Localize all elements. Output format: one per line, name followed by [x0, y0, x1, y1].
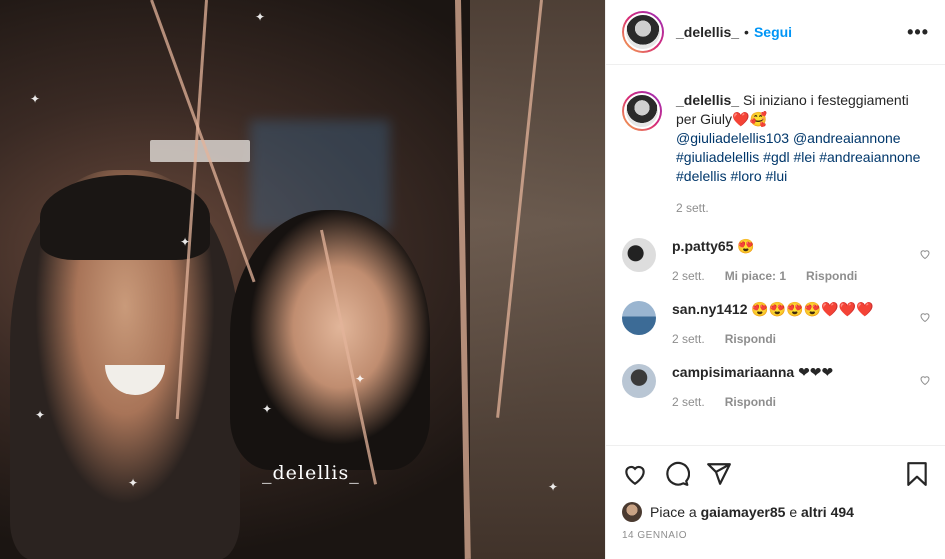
post-caption: _delellis_ Si iniziano i festeggiamenti … — [606, 65, 945, 218]
comment-item: p.patty65 😍 2 sett. Mi piace: 1 Rispondi — [606, 238, 945, 283]
caption-hashtags[interactable]: #giuliadelellis #gdl #lei #andreaiannone — [676, 148, 929, 167]
comment-avatar[interactable] — [622, 238, 656, 272]
heart-icon[interactable] — [919, 374, 931, 386]
post-header: _delellis_ • Segui ••• — [606, 0, 945, 65]
sparkle: ✦ — [255, 10, 266, 24]
caption-time: 2 sett. — [676, 201, 709, 215]
comment-avatar[interactable] — [622, 364, 656, 398]
share-icon[interactable] — [706, 461, 732, 487]
comment-likes[interactable]: Mi piace: 1 — [725, 269, 786, 283]
caption-emoji: ❤️🥰 — [732, 111, 767, 127]
reply-button[interactable]: Rispondi — [806, 269, 857, 283]
caption-hashtags[interactable]: #delellis #loro #lui — [676, 167, 929, 186]
reply-button[interactable]: Rispondi — [725, 395, 776, 409]
caption-username[interactable]: _delellis_ — [676, 92, 739, 108]
background-sign — [150, 140, 250, 162]
reply-button[interactable]: Rispondi — [725, 332, 776, 346]
comment-avatar[interactable] — [622, 301, 656, 335]
comment-text: ❤❤❤ — [798, 364, 834, 380]
post-actions: Piace a gaiamayer85 e altri 494 14 GENNA… — [606, 445, 945, 541]
sparkle: ✦ — [355, 372, 366, 386]
heart-icon[interactable] — [919, 248, 931, 260]
caption-mentions[interactable]: @giuliadelellis103 @andreaiannone — [676, 129, 929, 148]
follow-button[interactable]: Segui — [754, 24, 792, 40]
person-right — [230, 210, 430, 470]
sparkle: ✦ — [128, 476, 139, 490]
likes-summary: Piace a gaiamayer85 e altri 494 — [622, 502, 930, 522]
comment-username[interactable]: campisimariaanna — [672, 364, 794, 380]
author-avatar[interactable] — [622, 11, 664, 53]
comment-username[interactable]: p.patty65 — [672, 238, 733, 254]
comment-username[interactable]: san.ny1412 — [672, 301, 748, 317]
comment-text: 😍😍😍😍❤️❤️❤️ — [751, 301, 874, 317]
more-options-icon[interactable]: ••• — [907, 22, 929, 43]
post-photo[interactable]: ✦ ✦ ✦ ✦ ✦ ✦ ✦ ✦ _delellis_ — [0, 0, 605, 559]
comment-time: 2 sett. — [672, 269, 705, 283]
sparkle: ✦ — [35, 408, 46, 422]
likes-prefix: Piace a — [650, 504, 697, 520]
sparkle: ✦ — [180, 235, 191, 249]
comment-time: 2 sett. — [672, 332, 705, 346]
heart-icon[interactable] — [919, 311, 931, 323]
bookmark-icon[interactable] — [904, 461, 930, 487]
comment-icon[interactable] — [664, 461, 690, 487]
caption-avatar[interactable] — [622, 91, 662, 131]
liker-avatar[interactable] — [622, 502, 642, 522]
post-sidebar: _delellis_ • Segui ••• _delellis_ Si ini… — [605, 0, 945, 559]
background-wall — [470, 0, 605, 559]
likes-and: e — [789, 504, 798, 520]
comment-time: 2 sett. — [672, 395, 705, 409]
post-date: 14 GENNAIO — [622, 530, 688, 541]
separator-dot: • — [744, 24, 749, 40]
sparkle: ✦ — [262, 402, 273, 416]
streamer — [455, 0, 471, 559]
sparkle: ✦ — [548, 480, 559, 494]
heart-icon[interactable] — [622, 461, 648, 487]
comment-text: 😍 — [737, 238, 755, 254]
liker-username[interactable]: gaiamayer85 — [701, 504, 786, 520]
author-username[interactable]: _delellis_ — [676, 24, 739, 40]
comment-item: san.ny1412 😍😍😍😍❤️❤️❤️ 2 sett. Rispondi — [606, 301, 945, 346]
comment-item: campisimariaanna ❤❤❤ 2 sett. Rispondi — [606, 364, 945, 409]
likes-others[interactable]: altri 494 — [801, 504, 854, 520]
photo-watermark: _delellis_ — [262, 462, 360, 484]
sparkle: ✦ — [30, 92, 41, 106]
